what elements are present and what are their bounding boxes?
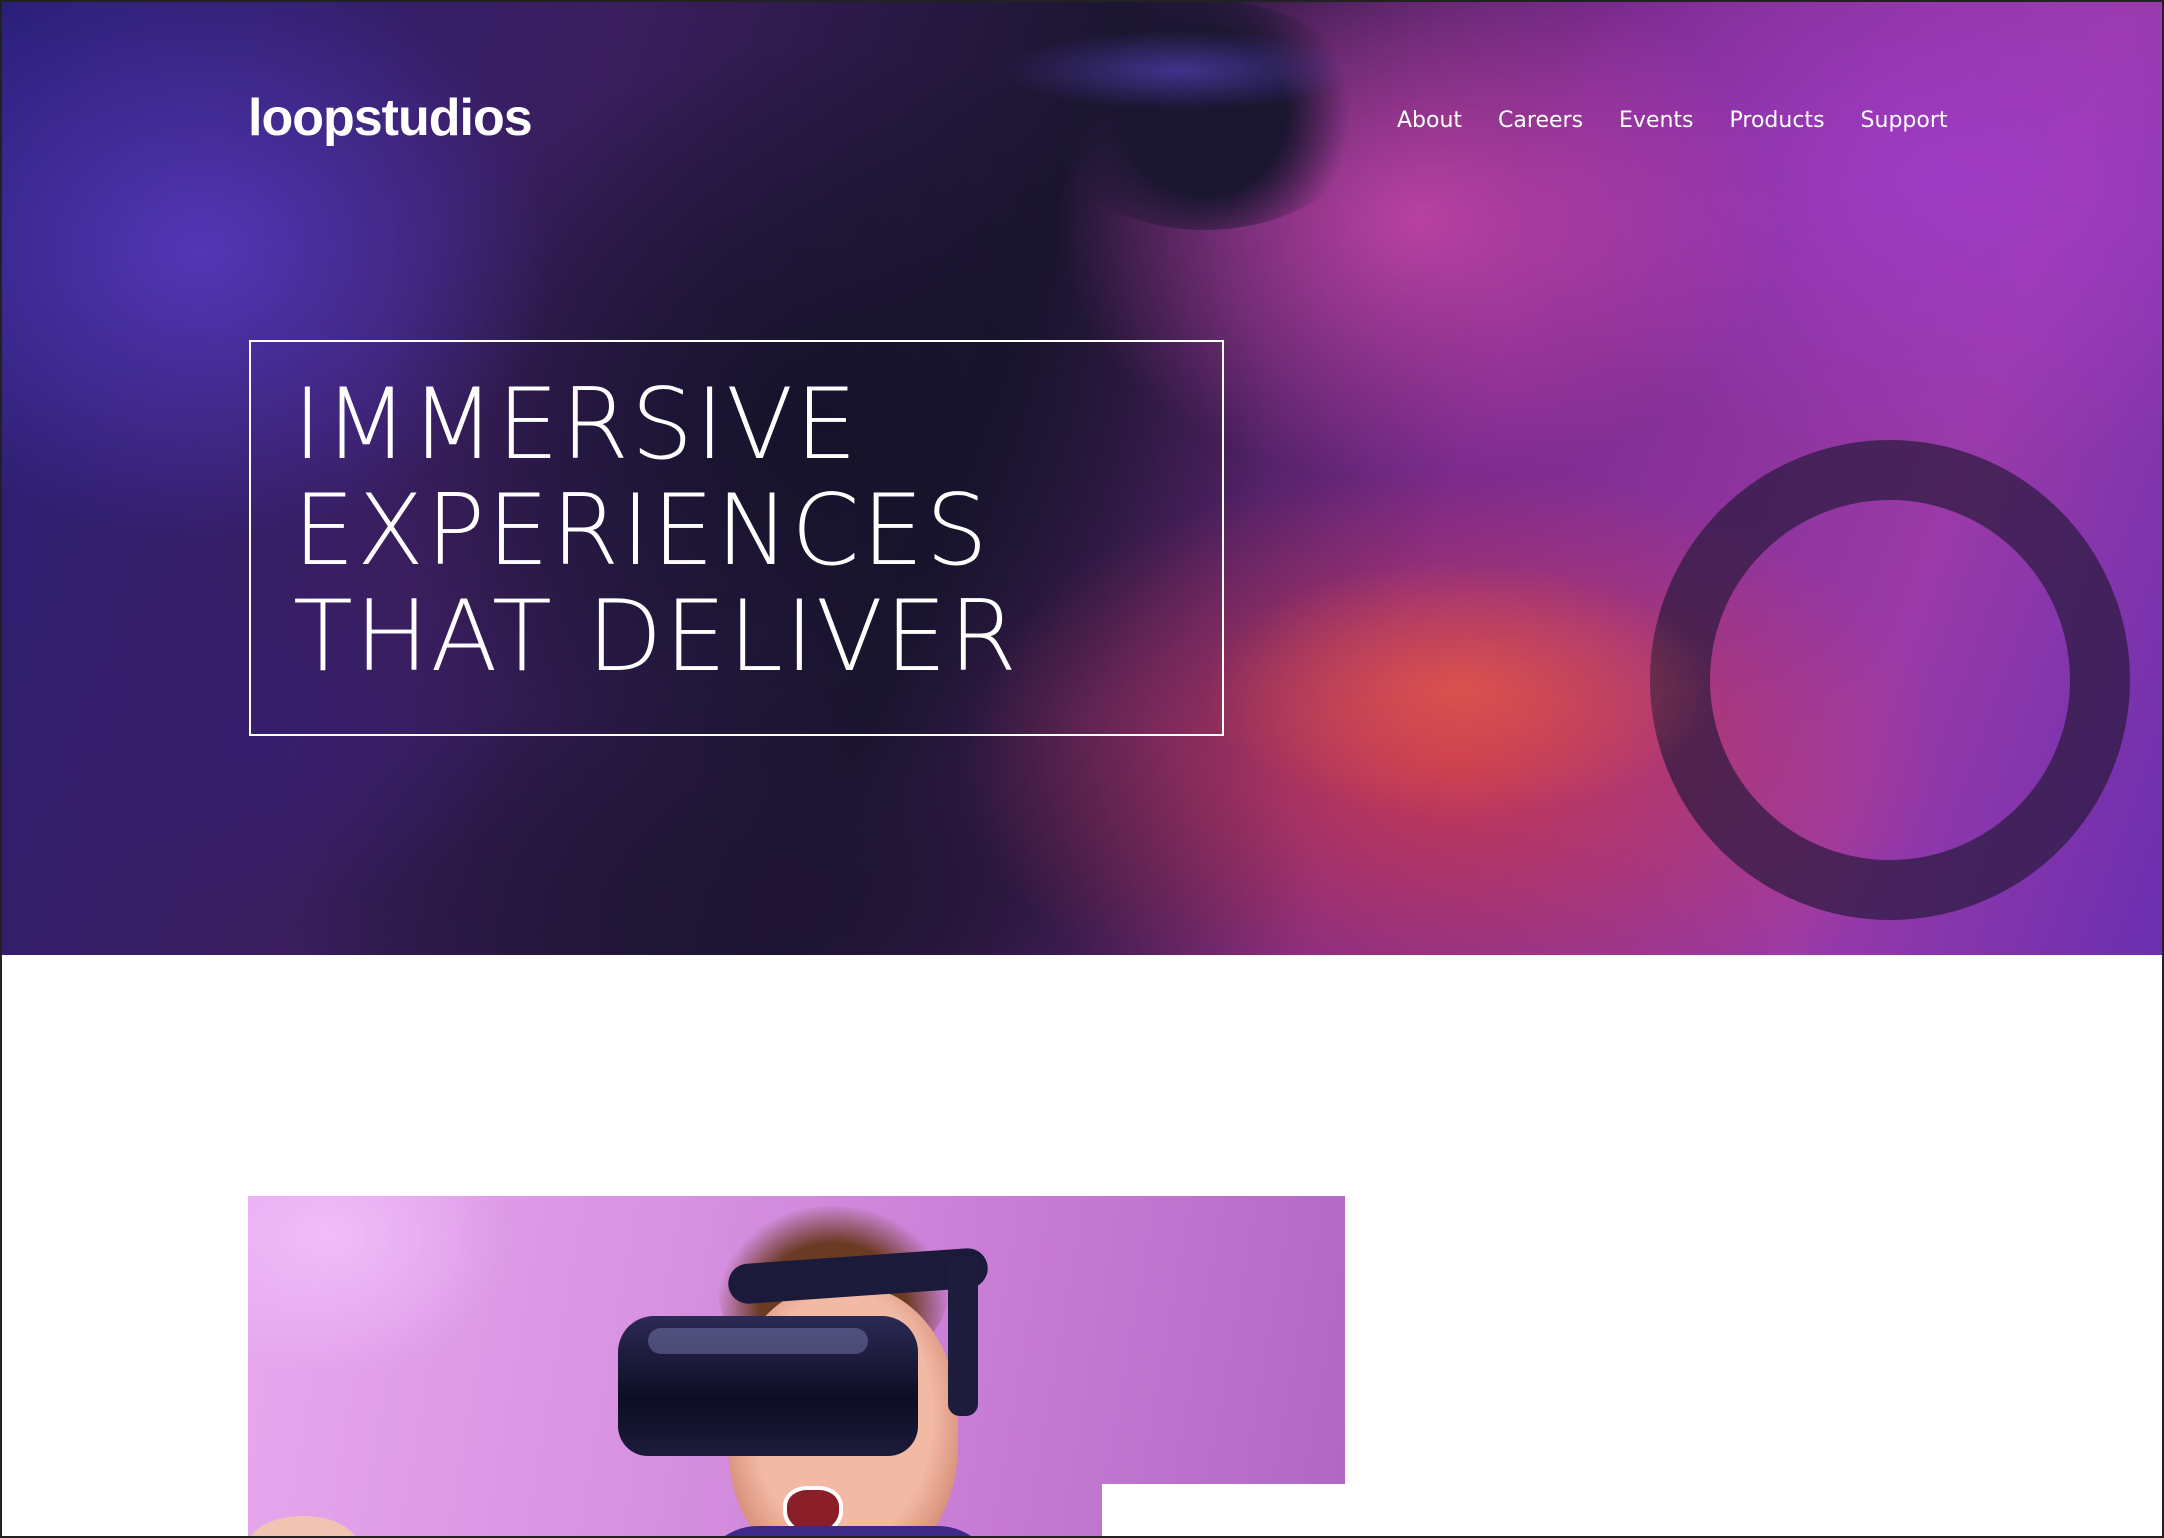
nav-item-products[interactable]: Products <box>1730 106 1825 136</box>
image-hand <box>248 1516 358 1538</box>
hero-headline-line-1: IMMERSIVE <box>293 368 860 482</box>
hero-headline-box: IMMERSIVE EXPERIENCES THAT DELIVER <box>249 340 1224 736</box>
hero-photo-steering-wheel <box>1650 440 2130 920</box>
hero-section: loopstudios About Careers Events Product… <box>0 0 2164 955</box>
hero-photo-headset-light <box>1000 30 1360 110</box>
logo[interactable]: loopstudios <box>248 88 533 148</box>
image-shirt <box>698 1526 998 1538</box>
image-headset-side-strap <box>948 1256 978 1416</box>
text-card-corner <box>1102 1484 1345 1538</box>
nav-item-support[interactable]: Support <box>1861 106 1948 136</box>
hero-headline-line-3: THAT DELIVER <box>293 580 1019 694</box>
hero-headline-line-2: EXPERIENCES <box>293 474 990 588</box>
nav-item-events[interactable]: Events <box>1619 106 1694 136</box>
image-headset-shine <box>648 1328 868 1354</box>
nav-item-careers[interactable]: Careers <box>1498 106 1583 136</box>
hero-photo-hands <box>1200 560 1720 820</box>
main-nav: About Careers Events Products Support <box>1397 106 1948 136</box>
nav-item-about[interactable]: About <box>1397 106 1462 136</box>
